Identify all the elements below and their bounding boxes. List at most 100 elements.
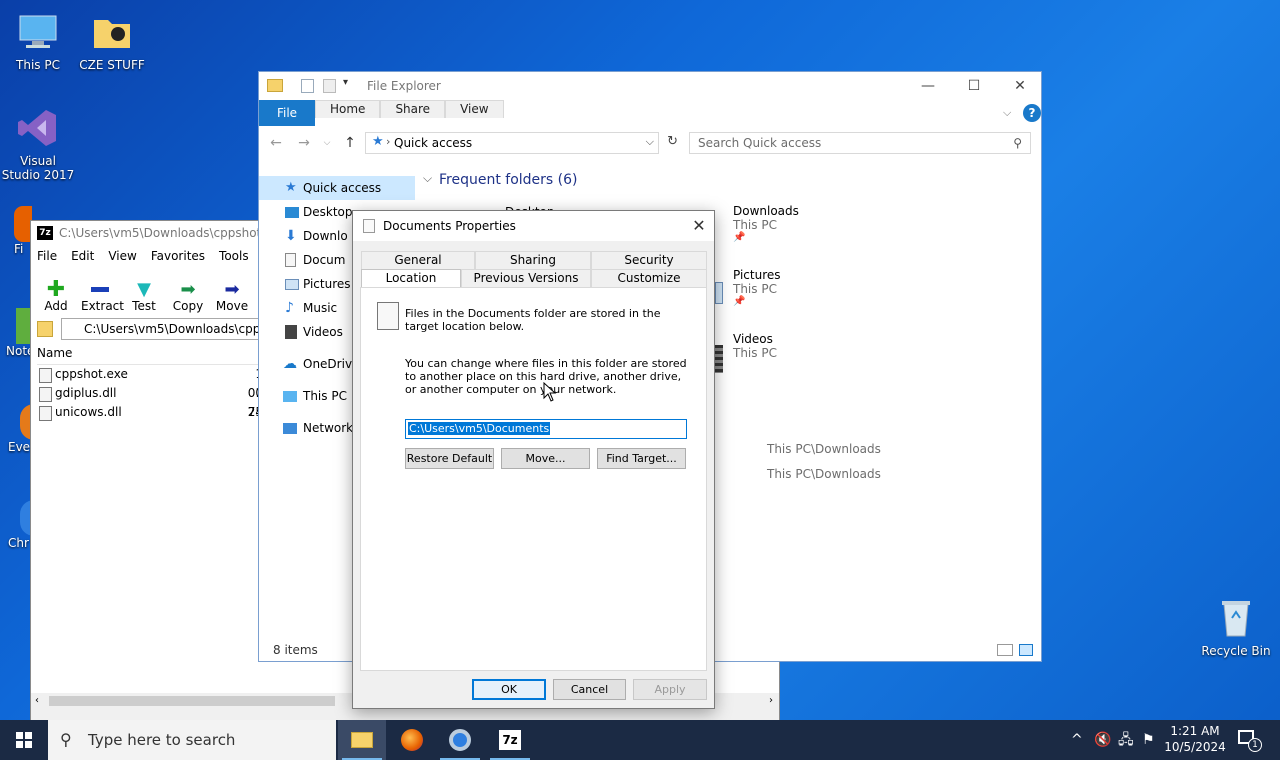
- taskbar-firefox[interactable]: [388, 720, 436, 760]
- cancel-button[interactable]: Cancel: [553, 679, 626, 700]
- scroll-right-icon[interactable]: ›: [769, 693, 773, 709]
- tile-location: This PC: [733, 218, 777, 232]
- address-dropdown-icon[interactable]: ⌵: [646, 135, 654, 149]
- recent-file-location: This PC\Downloads: [767, 442, 881, 456]
- properties-qat-icon[interactable]: [301, 79, 314, 93]
- ok-button[interactable]: OK: [472, 679, 546, 700]
- taskbar-file-explorer[interactable]: [338, 720, 386, 760]
- maximize-button[interactable]: ☐: [951, 72, 997, 100]
- new-folder-qat-icon[interactable]: [323, 79, 336, 93]
- show-hidden-icons-chevron-icon[interactable]: ^: [1071, 720, 1083, 760]
- move-button[interactable]: Move...: [501, 448, 590, 469]
- refresh-icon[interactable]: ↻: [667, 134, 678, 149]
- desktop-icon-this-pc[interactable]: This PC: [0, 10, 76, 72]
- desktop-partial-chrome[interactable]: Chr: [8, 500, 34, 550]
- add-button[interactable]: ✚ Add: [37, 276, 75, 314]
- ribbon-expand-icon[interactable]: ⌵: [1003, 106, 1011, 120]
- menu-tools[interactable]: Tools: [219, 249, 249, 263]
- taskbar-search-box[interactable]: ⚲ Type here to search: [48, 720, 336, 760]
- volume-muted-icon[interactable]: 🔇: [1094, 720, 1111, 760]
- location-path-input[interactable]: C:\Users\vm5\Documents: [405, 419, 687, 439]
- recent-dropdown-icon[interactable]: ⌵: [323, 138, 331, 148]
- restore-default-button[interactable]: Restore Default: [405, 448, 494, 469]
- explorer-ribbon: File Home Share View ⌵ ?: [259, 100, 1041, 126]
- folder-icon: [90, 10, 134, 54]
- ribbon-view-tab[interactable]: View: [445, 100, 504, 118]
- nav-label: Docum: [303, 253, 346, 267]
- pictures-icon: [285, 279, 299, 290]
- tool-label: Test: [132, 299, 156, 313]
- search-icon: ⚲: [1013, 136, 1022, 150]
- ribbon-file-tab[interactable]: File: [259, 100, 315, 126]
- find-target-button[interactable]: Find Target...: [597, 448, 686, 469]
- dialog-close-button[interactable]: ✕: [684, 211, 714, 241]
- pin-icon: 📌: [733, 232, 746, 243]
- notification-settings-icon[interactable]: ⚑: [1142, 720, 1155, 760]
- back-arrow-icon[interactable]: ←: [267, 135, 285, 151]
- desktop-partial-everything[interactable]: Eve: [8, 404, 34, 454]
- scroll-left-icon[interactable]: ‹: [35, 693, 39, 709]
- explorer-address-bar[interactable]: ★ › Quick access ⌵ ↻: [365, 132, 678, 154]
- desktop-partial-notepad[interactable]: Note: [6, 308, 36, 358]
- tab-location[interactable]: Location: [361, 269, 461, 289]
- dialog-tabs-top: General Sharing Security: [361, 251, 707, 269]
- scrollbar-thumb[interactable]: [49, 696, 335, 706]
- test-button[interactable]: ▼ Test: [125, 279, 163, 314]
- taskbar: ⚲ Type here to search 7z ^ 🔇 🖧 ⚑ 1:21 AM…: [0, 720, 1280, 760]
- video-film-icon: [285, 325, 297, 339]
- 7zip-icon: 7z: [499, 730, 521, 750]
- dialog-title-bar[interactable]: Documents Properties ✕: [353, 211, 714, 241]
- desktop-icon-visual-studio[interactable]: Visual Studio 2017: [0, 106, 76, 182]
- tab-previous-versions[interactable]: Previous Versions: [461, 269, 591, 287]
- nav-label: Network: [303, 421, 354, 435]
- taskbar-chrome[interactable]: [436, 720, 484, 760]
- notification-count-badge: 1: [1248, 738, 1262, 752]
- add-icon: ✚: [46, 276, 66, 302]
- ribbon-home-tab[interactable]: Home: [315, 100, 381, 118]
- menu-view[interactable]: View: [108, 249, 136, 263]
- apply-button[interactable]: Apply: [633, 679, 707, 700]
- frequent-folders-header[interactable]: Frequent folders (6): [421, 166, 578, 192]
- nav-quick-access[interactable]: ★ Quick access: [259, 176, 415, 200]
- tab-customize[interactable]: Customize: [591, 269, 707, 287]
- menu-favorites[interactable]: Favorites: [151, 249, 205, 263]
- explorer-search-input[interactable]: Search Quick access ⚲: [689, 132, 1031, 154]
- qat-dropdown-icon[interactable]: ▾: [343, 77, 348, 88]
- move-button[interactable]: ➡ Move: [213, 278, 251, 314]
- up-arrow-icon[interactable]: ↑: [341, 135, 359, 151]
- folder-tile-pictures[interactable]: Pictures This PC 📌: [733, 268, 781, 307]
- action-center-button[interactable]: 1: [1234, 728, 1264, 752]
- tab-sharing[interactable]: Sharing: [475, 251, 591, 269]
- help-icon[interactable]: ?: [1023, 104, 1041, 122]
- copy-button[interactable]: ➡ Copy: [169, 279, 207, 314]
- network-icon[interactable]: 🖧: [1118, 720, 1134, 760]
- computer-icon: [283, 391, 297, 402]
- move-icon: ➡: [224, 278, 240, 300]
- large-icons-view-icon[interactable]: [1019, 644, 1033, 656]
- details-view-icon[interactable]: [997, 644, 1013, 656]
- music-note-icon: ♪: [285, 300, 294, 316]
- tab-security[interactable]: Security: [591, 251, 707, 269]
- firefox-icon: [401, 729, 423, 751]
- ribbon-share-tab[interactable]: Share: [380, 100, 446, 118]
- nav-label: Quick access: [303, 181, 382, 195]
- menu-edit[interactable]: Edit: [71, 249, 94, 263]
- folder-tile-downloads[interactable]: Downloads This PC 📌: [733, 204, 799, 243]
- up-folder-icon[interactable]: [37, 321, 53, 337]
- desktop-icon-cze-stuff[interactable]: CZE STUFF: [74, 10, 150, 72]
- tab-general[interactable]: General: [361, 251, 475, 269]
- desktop-icon-recycle-bin[interactable]: Recycle Bin: [1198, 596, 1274, 658]
- explorer-title-bar[interactable]: ▾ File Explorer — ☐ ✕: [259, 72, 1041, 100]
- tool-label: Extract: [81, 299, 124, 313]
- extract-button[interactable]: Extract: [81, 279, 124, 313]
- document-icon: [363, 219, 375, 233]
- forward-arrow-icon[interactable]: →: [295, 135, 313, 151]
- minimize-button[interactable]: —: [905, 72, 951, 100]
- close-button[interactable]: ✕: [997, 72, 1043, 100]
- taskbar-7zip[interactable]: 7z: [486, 720, 534, 760]
- folder-tile-videos[interactable]: Videos This PC: [733, 332, 777, 360]
- taskbar-clock[interactable]: 1:21 AM 10/5/2024: [1160, 723, 1230, 755]
- desktop-icon-label: This PC: [16, 58, 60, 72]
- menu-file[interactable]: File: [37, 249, 57, 263]
- start-button[interactable]: [0, 720, 48, 760]
